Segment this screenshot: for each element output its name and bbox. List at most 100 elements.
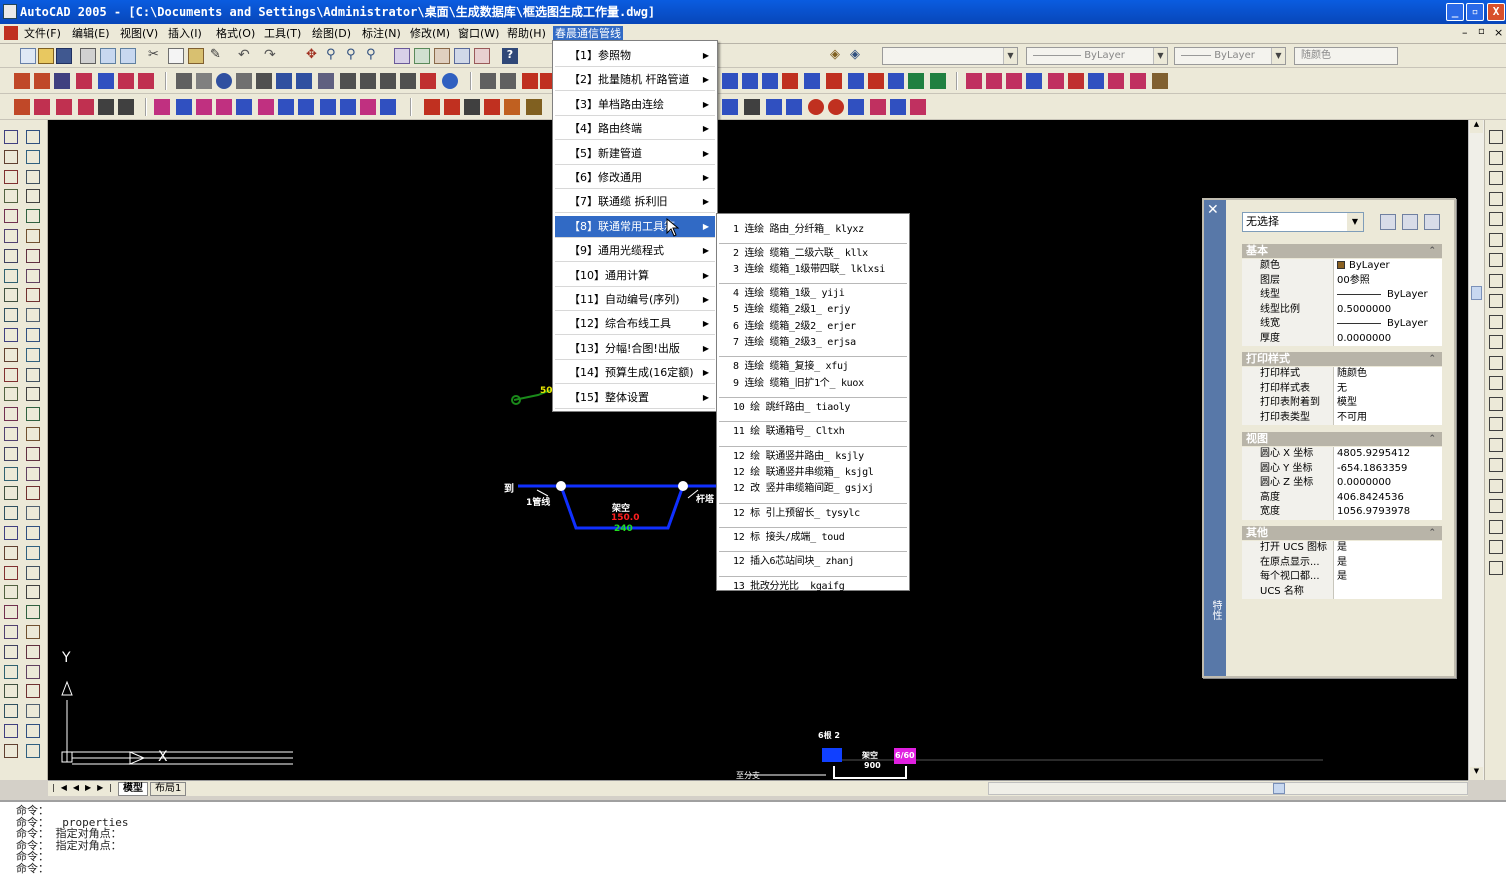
tool-icon-h4[interactable] <box>484 99 500 115</box>
match-properties-icon[interactable]: ✎ <box>210 48 226 64</box>
copy-icon[interactable] <box>168 48 184 64</box>
tab-model[interactable]: 模型 <box>118 782 148 796</box>
tool-icon-d9[interactable] <box>888 73 904 89</box>
property-row[interactable]: 圆心 Z 坐标 0.0000000 <box>1242 476 1442 491</box>
draw-tool-icon[interactable] <box>4 149 18 164</box>
tool-icon-i2[interactable] <box>744 99 760 115</box>
zoom-previous-icon[interactable]: ⚲ <box>366 48 382 64</box>
property-row[interactable]: 圆心 Y 坐标 -654.1863359 <box>1242 461 1442 476</box>
property-row[interactable]: 图层 00参照 <box>1242 273 1442 288</box>
bottom-box-blue[interactable] <box>822 748 842 762</box>
submenu-item[interactable]: 12 绘 联通竖井路由_ ksjly <box>719 449 907 465</box>
draw-tool-icon[interactable] <box>4 644 18 659</box>
tool-icon-f2[interactable] <box>34 99 50 115</box>
dimension-tool-icon[interactable] <box>1489 355 1503 370</box>
submenu-item[interactable]: 12 插入6芯站间块_ zhanj <box>719 554 907 570</box>
draw-tool-icon[interactable] <box>4 526 18 540</box>
property-row[interactable]: 打印样式表无 <box>1242 381 1442 396</box>
draw-tool-icon[interactable] <box>26 625 40 639</box>
minimize-button[interactable]: _ <box>1446 3 1464 21</box>
document-icon[interactable] <box>4 26 18 40</box>
tool-icon-g1[interactable] <box>154 99 170 115</box>
tool-icon-e4[interactable] <box>1026 73 1042 89</box>
draw-tool-icon[interactable] <box>26 347 40 362</box>
menu-item-4[interactable]: 【4】路由终端 ▶ <box>555 118 715 141</box>
tool-icon-i4[interactable] <box>786 99 802 115</box>
tool-icon-a3[interactable] <box>54 73 70 89</box>
property-value[interactable]: 无 <box>1334 381 1442 396</box>
property-value[interactable]: ByLayer <box>1334 317 1442 332</box>
draw-tool-icon[interactable] <box>4 229 18 243</box>
properties-icon[interactable] <box>394 48 410 64</box>
property-value[interactable]: -654.1863359 <box>1334 461 1442 476</box>
draw-tool-icon[interactable] <box>4 288 18 303</box>
doc-minimize-icon[interactable]: – <box>1462 26 1468 39</box>
draw-tool-icon[interactable] <box>26 427 40 441</box>
selection-combo[interactable]: 无选择 ▼ <box>1242 212 1364 232</box>
quick-select-icon[interactable] <box>1424 214 1440 230</box>
draw-tool-icon[interactable] <box>26 248 40 263</box>
redo-icon[interactable]: ↷ <box>264 48 280 64</box>
tool-icon-f6[interactable] <box>118 99 134 115</box>
tool-icon-h2[interactable] <box>444 99 460 115</box>
tool-icon-g8[interactable] <box>298 99 314 115</box>
toggle-pickadd-icon[interactable] <box>1380 214 1396 230</box>
tool-icon-d4[interactable] <box>782 73 798 89</box>
tool-icon-b4[interactable] <box>236 73 252 89</box>
menu-item-6[interactable]: 【6】修改通用 ▶ <box>555 167 715 189</box>
tool-icon-g5[interactable] <box>236 99 252 115</box>
tool-icon-e9[interactable] <box>1130 73 1146 89</box>
tool-icon-e8[interactable] <box>1108 73 1124 89</box>
tool-icon-d7[interactable] <box>848 73 864 89</box>
menu-item-3[interactable]: 【3】单档路由连绘 ▶ <box>555 94 715 116</box>
draw-tool-icon[interactable] <box>26 446 40 461</box>
collapse-icon[interactable]: ⌃ <box>1428 244 1436 258</box>
design-center-icon[interactable] <box>414 48 430 64</box>
draw-tool-icon[interactable] <box>4 743 18 758</box>
tool-icon-b5[interactable] <box>256 73 272 89</box>
property-row[interactable]: 颜色 ByLayer <box>1242 259 1442 274</box>
tool-icon-c1[interactable] <box>480 73 496 89</box>
property-value[interactable]: 00参照 <box>1334 273 1442 288</box>
draw-tool-icon[interactable] <box>26 664 40 679</box>
draw-tool-icon[interactable] <box>4 704 18 719</box>
tool-icon-a2[interactable] <box>34 73 50 89</box>
tool-icon-f3[interactable] <box>56 99 72 115</box>
tool-icon-g2[interactable] <box>176 99 192 115</box>
submenu-item[interactable]: 11 绘 联通箱号_ Cltxh <box>719 424 907 440</box>
tool-icon-b12[interactable] <box>400 73 416 89</box>
menu-window[interactable]: 窗口(W) <box>456 26 501 42</box>
tool-icon-e2[interactable] <box>986 73 1002 89</box>
tool-icon-d6[interactable] <box>826 73 842 89</box>
draw-tool-icon[interactable] <box>26 189 40 204</box>
submenu-item[interactable]: 7 连绘 缆箱_2级3_ erjsa <box>719 335 907 351</box>
draw-tool-icon[interactable] <box>26 149 40 164</box>
restore-button[interactable]: ▫ <box>1466 3 1484 21</box>
menu-format[interactable]: 格式(O) <box>214 26 257 42</box>
property-row[interactable]: 高度 406.8424536 <box>1242 490 1442 505</box>
menu-file[interactable]: 文件(F) <box>22 26 63 42</box>
tool-icon-b1[interactable] <box>176 73 192 89</box>
submenu-item[interactable]: 10 绘 跳纤路由_ tiaoly <box>719 400 907 416</box>
tool-icon-i7[interactable] <box>848 99 864 115</box>
pan-icon[interactable]: ✥ <box>306 48 322 64</box>
tool-icon-i9[interactable] <box>890 99 906 115</box>
tool-icon-i6[interactable] <box>828 99 844 115</box>
draw-tool-icon[interactable] <box>26 545 40 560</box>
draw-tool-icon[interactable] <box>26 585 40 600</box>
zoom-window-icon[interactable]: ⚲ <box>346 48 362 64</box>
tool-icon-h1[interactable] <box>424 99 440 115</box>
dimension-tool-icon[interactable] <box>1489 478 1503 493</box>
select-objects-icon[interactable] <box>1402 214 1418 230</box>
draw-tool-icon[interactable] <box>26 229 40 243</box>
property-section-header[interactable]: 其他 ⌃ <box>1242 526 1442 540</box>
dimension-tool-icon[interactable] <box>1489 540 1503 554</box>
submenu-item[interactable]: 4 连绘 缆箱_1级_ yiji <box>719 286 907 302</box>
tool-icon-h3[interactable] <box>464 99 480 115</box>
draw-tool-icon[interactable] <box>4 189 18 204</box>
draw-tool-icon[interactable] <box>4 664 18 679</box>
tool-icon-d5[interactable] <box>804 73 820 89</box>
open-file-icon[interactable] <box>38 48 54 64</box>
draw-tool-icon[interactable] <box>4 684 18 699</box>
tool-icon-a6[interactable] <box>118 73 134 89</box>
